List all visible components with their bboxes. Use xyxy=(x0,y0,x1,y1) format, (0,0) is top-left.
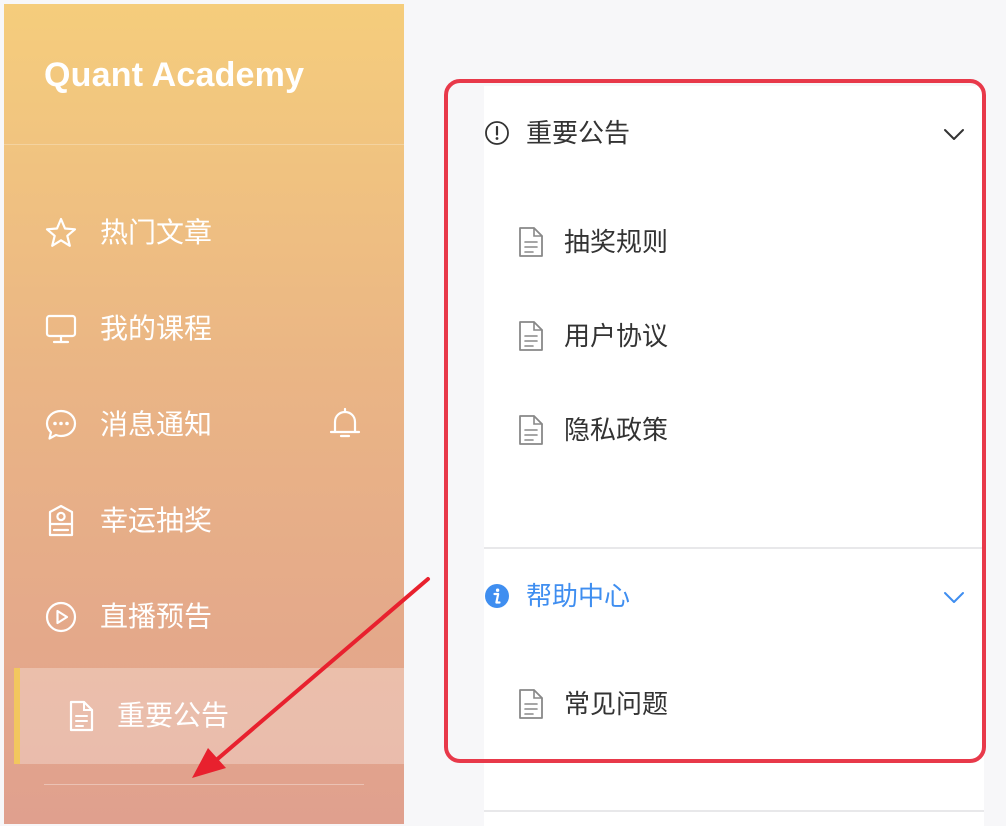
sidebar-item-notifications[interactable]: 消息通知 xyxy=(4,377,404,473)
sidebar-item-hot-articles[interactable]: 热门文章 xyxy=(4,185,404,281)
monitor-icon xyxy=(45,314,77,344)
star-icon xyxy=(45,217,77,247)
sidebar-item-live-preview[interactable]: 直播预告 xyxy=(4,569,404,665)
document-icon xyxy=(69,700,94,732)
sidebar-item-label: 直播预告 xyxy=(100,600,213,633)
sidebar-item-label: 重要公告 xyxy=(117,699,230,732)
sidebar-item-my-courses[interactable]: 我的课程 xyxy=(4,281,404,377)
brand-title: Quant Academy xyxy=(44,56,305,94)
bell-icon[interactable] xyxy=(326,405,364,443)
sidebar-item-label: 我的课程 xyxy=(100,312,213,345)
sidebar-item-label: 热门文章 xyxy=(100,216,213,249)
sidebar: Quant Academy 热门文章 我的课程 消息通知 幸运抽奖 直播预告 重… xyxy=(4,4,404,824)
sidebar-item-label: 消息通知 xyxy=(100,408,213,441)
brand-divider xyxy=(4,144,404,145)
sidebar-item-lucky-draw[interactable]: 幸运抽奖 xyxy=(4,473,404,569)
panel-bottom-divider xyxy=(484,810,984,812)
highlight-box xyxy=(444,79,986,763)
badge-icon xyxy=(48,504,74,537)
sidebar-item-label: 幸运抽奖 xyxy=(100,504,213,537)
play-circle-icon xyxy=(45,601,77,633)
sidebar-item-announcements[interactable]: 重要公告 xyxy=(14,668,404,764)
chat-icon xyxy=(45,409,77,440)
sidebar-divider xyxy=(44,784,364,785)
